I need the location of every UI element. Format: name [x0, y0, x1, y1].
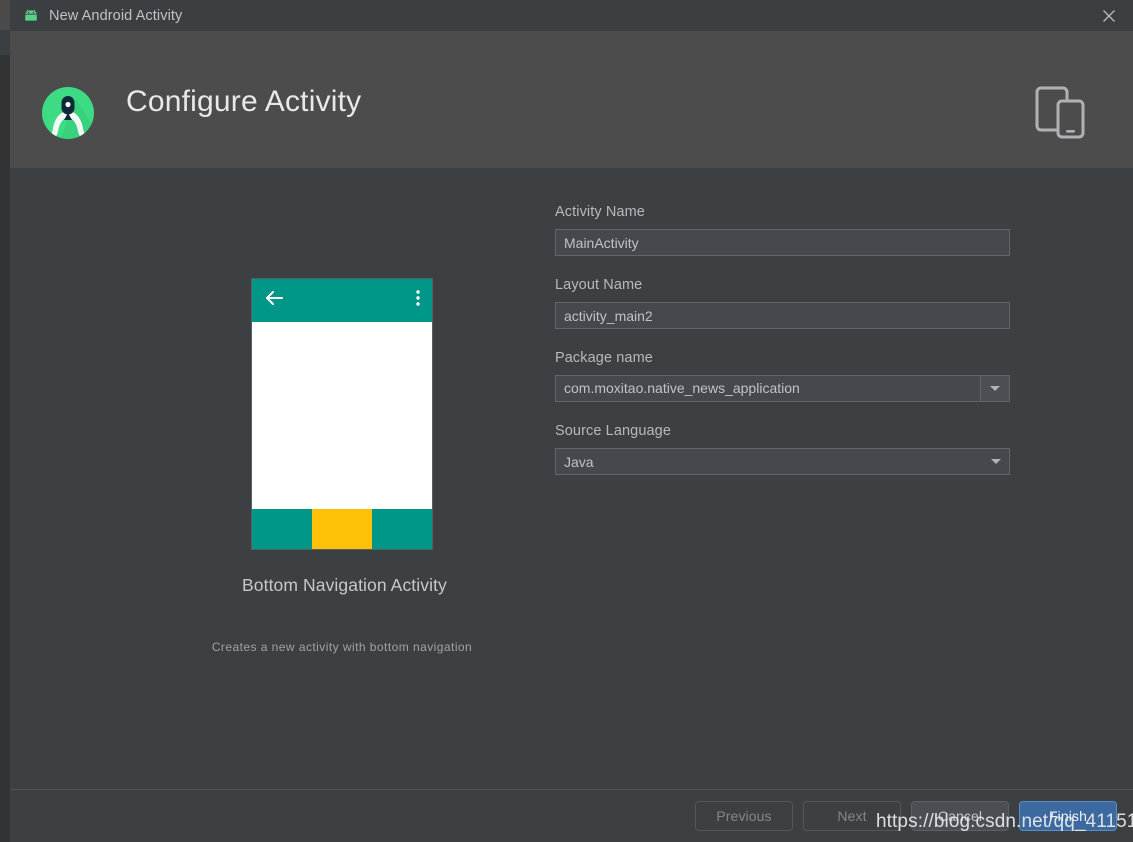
background-window-sliver [0, 0, 10, 842]
layout-name-label: Layout Name [555, 277, 643, 293]
preview-content-area [252, 322, 432, 509]
configure-activity-form: Activity Name Layout Name Package name c… [555, 204, 1025, 496]
template-preview-thumbnail [252, 279, 432, 549]
layout-name-input[interactable] [555, 302, 1010, 329]
source-language-dropdown-arrow[interactable] [983, 459, 1009, 464]
package-name-value[interactable]: com.moxitao.native_news_application [555, 375, 980, 402]
field-layout-name: Layout Name [555, 277, 1025, 329]
close-icon[interactable] [1085, 0, 1133, 31]
activity-name-label: Activity Name [555, 204, 645, 220]
back-arrow-icon [263, 287, 285, 314]
field-source-language: Source Language Java [555, 423, 1025, 475]
background-strip-middle [0, 30, 10, 55]
tablet-and-phone-icon [1028, 79, 1092, 143]
chevron-down-icon [990, 386, 1000, 391]
app-root: New Android Activity Configure Activity … [0, 0, 1133, 842]
preview-bottom-navigation [252, 509, 432, 549]
preview-nav-item-2 [312, 509, 372, 549]
preview-app-bar [252, 279, 432, 322]
preview-nav-item-3 [372, 509, 432, 549]
background-strip-top [0, 0, 10, 30]
next-button[interactable]: Next [803, 801, 901, 831]
wizard-body: Bottom Navigation Activity Creates a new… [10, 168, 1133, 789]
field-activity-name: Activity Name [555, 204, 1025, 256]
template-description-text: Creates a new activity with bottom navig… [211, 640, 473, 654]
dialog-title-bar: New Android Activity [10, 0, 1133, 31]
template-name-label: Bottom Navigation Activity [242, 575, 447, 595]
dialog-title-text: New Android Activity [49, 7, 183, 24]
source-language-label: Source Language [555, 423, 671, 439]
source-language-combobox[interactable]: Java [555, 448, 1010, 475]
page-title: Configure Activity [126, 85, 362, 118]
new-android-activity-dialog: New Android Activity Configure Activity … [10, 0, 1133, 842]
android-studio-logo-icon [38, 83, 98, 143]
preview-nav-item-1 [252, 509, 312, 549]
source-language-value[interactable]: Java [556, 454, 983, 470]
android-robot-icon [22, 7, 40, 25]
package-name-combobox[interactable]: com.moxitao.native_news_application [555, 375, 1010, 402]
package-name-label: Package name [555, 350, 653, 366]
wizard-header: Configure Activity [10, 31, 1133, 168]
more-vertical-icon [415, 287, 421, 314]
template-preview: Bottom Navigation Activity Creates a new… [212, 279, 472, 654]
field-package-name: Package name com.moxitao.native_news_app… [555, 350, 1025, 402]
chevron-down-icon [991, 459, 1001, 464]
wizard-footer: Previous Next Cancel Finish [10, 789, 1133, 842]
cancel-button[interactable]: Cancel [911, 801, 1009, 831]
background-strip-bottom [0, 55, 10, 842]
finish-button[interactable]: Finish [1019, 801, 1117, 831]
previous-button[interactable]: Previous [695, 801, 793, 831]
package-name-dropdown-button[interactable] [980, 375, 1010, 402]
activity-name-input[interactable] [555, 229, 1010, 256]
